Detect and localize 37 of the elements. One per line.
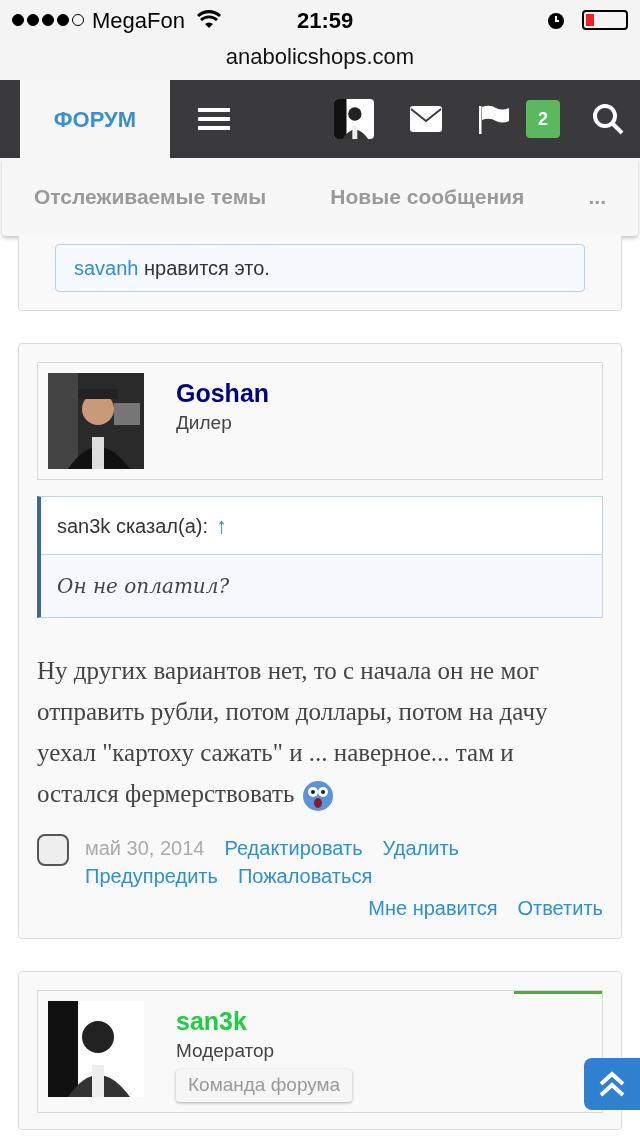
- user-title: Дилер: [176, 411, 232, 435]
- flag-icon[interactable]: [478, 103, 510, 135]
- clock-time: 21:59: [296, 6, 354, 35]
- double-chevron-up-icon: [598, 1070, 626, 1098]
- quote-link[interactable]: ↑: [216, 509, 227, 542]
- author-name[interactable]: Goshan: [176, 377, 270, 409]
- battery-icon: [582, 10, 628, 30]
- quote-author: san3k сказал(а):: [57, 513, 208, 539]
- action-link[interactable]: Пожаловаться: [237, 862, 373, 890]
- shocked-emoji-icon: [302, 780, 335, 813]
- action-link[interactable]: Мне нравится: [368, 894, 498, 922]
- action-link[interactable]: Предупредить: [85, 862, 218, 890]
- search-icon[interactable]: [592, 103, 624, 135]
- menu-icon[interactable]: [198, 108, 230, 130]
- subnav-link[interactable]: Новые сообщения: [330, 181, 525, 213]
- alerts-badge[interactable]: 2: [526, 100, 560, 138]
- action-link[interactable]: Удалить: [382, 834, 459, 862]
- url-text[interactable]: anabolicshops.com: [225, 40, 415, 73]
- wifi-icon: [196, 10, 221, 30]
- subnav-link[interactable]: ...: [588, 181, 606, 213]
- author-name[interactable]: san3k: [176, 1005, 247, 1037]
- nav-tab[interactable]: ФОРУМ: [20, 80, 170, 158]
- message-text: Ну других вариантов нет, то с начала он не мог отправить рубли, потом доллары, потом на дачу уехал "картоху сажать" и ... наверное... там и остался фермерствовать: [37, 650, 603, 814]
- staff-banner: Команда форума: [176, 1069, 353, 1102]
- carrier-name: MegaFon: [92, 6, 185, 35]
- select-checkbox[interactable]: [37, 834, 69, 866]
- post-date: май 30, 2014: [85, 836, 205, 861]
- action-link[interactable]: Ответить: [517, 894, 603, 922]
- likes-text: нравится это.: [144, 257, 270, 279]
- action-link[interactable]: Редактировать: [224, 834, 363, 862]
- subnav-link[interactable]: Отслеживаемые темы: [34, 181, 267, 213]
- alarm-icon: [546, 10, 566, 30]
- mail-icon[interactable]: [410, 105, 442, 133]
- user-link[interactable]: savanh: [74, 257, 139, 279]
- quote-text: Он не оплатил?: [56, 573, 231, 600]
- scroll-top-button[interactable]: [584, 1058, 640, 1110]
- user-title: Модератор: [176, 1039, 275, 1063]
